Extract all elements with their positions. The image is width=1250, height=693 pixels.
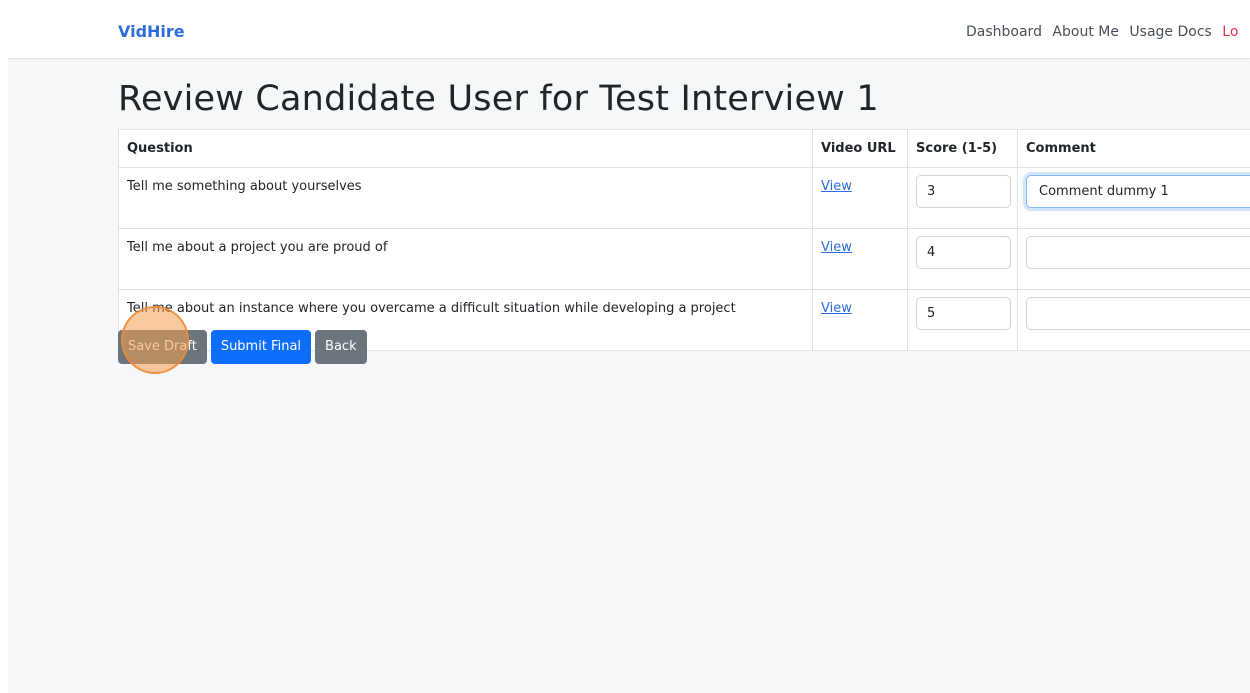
- comment-input[interactable]: [1026, 236, 1250, 269]
- save-draft-button[interactable]: Save Draft: [118, 330, 207, 364]
- view-video-link[interactable]: View: [821, 179, 852, 194]
- comment-input[interactable]: [1026, 175, 1250, 208]
- comment-input[interactable]: [1026, 297, 1250, 330]
- nav-usage-docs-link[interactable]: Usage Docs: [1129, 24, 1211, 40]
- score-input[interactable]: [916, 175, 1011, 208]
- table-header-row: Question Video URL Score (1-5) Comment: [118, 129, 1250, 168]
- nav-links: Dashboard About Me Usage Docs Lo: [966, 24, 1244, 40]
- back-button[interactable]: Back: [315, 330, 367, 364]
- header-question: Question: [118, 129, 813, 168]
- nav-logout-link[interactable]: Lo: [1222, 24, 1238, 40]
- view-video-link[interactable]: View: [821, 301, 852, 316]
- review-table-container: Question Video URL Score (1-5) Comment T…: [118, 129, 1250, 351]
- score-cell: [907, 228, 1018, 290]
- score-cell: [907, 167, 1018, 229]
- table-row: Tell me something about yourselves View: [118, 167, 1250, 229]
- score-input[interactable]: [916, 236, 1011, 269]
- view-video-link[interactable]: View: [821, 240, 852, 255]
- brand-logo[interactable]: VidHire: [118, 22, 185, 41]
- header-score: Score (1-5): [907, 129, 1018, 168]
- score-cell: [907, 289, 1018, 351]
- comment-cell: [1017, 228, 1250, 290]
- submit-final-button[interactable]: Submit Final: [210, 330, 312, 364]
- video-url-cell: View: [812, 228, 908, 290]
- table-row: Tell me about a project you are proud of…: [118, 228, 1250, 290]
- top-navbar: VidHire Dashboard About Me Usage Docs Lo: [8, 7, 1250, 59]
- header-comment: Comment: [1017, 129, 1250, 168]
- comment-cell: [1017, 167, 1250, 229]
- review-table: Question Video URL Score (1-5) Comment T…: [118, 129, 1250, 351]
- page-title: Review Candidate User for Test Interview…: [118, 79, 879, 119]
- header-video-url: Video URL: [812, 129, 908, 168]
- video-url-cell: View: [812, 289, 908, 351]
- question-cell: Tell me about a project you are proud of: [118, 228, 813, 290]
- action-buttons: Save Draft Submit Final Back: [118, 330, 371, 364]
- app-frame: VidHire Dashboard About Me Usage Docs Lo…: [8, 7, 1250, 693]
- nav-dashboard-link[interactable]: Dashboard: [966, 24, 1042, 40]
- question-cell: Tell me something about yourselves: [118, 167, 813, 229]
- comment-cell: [1017, 289, 1250, 351]
- score-input[interactable]: [916, 297, 1011, 330]
- nav-about-me-link[interactable]: About Me: [1052, 24, 1119, 40]
- video-url-cell: View: [812, 167, 908, 229]
